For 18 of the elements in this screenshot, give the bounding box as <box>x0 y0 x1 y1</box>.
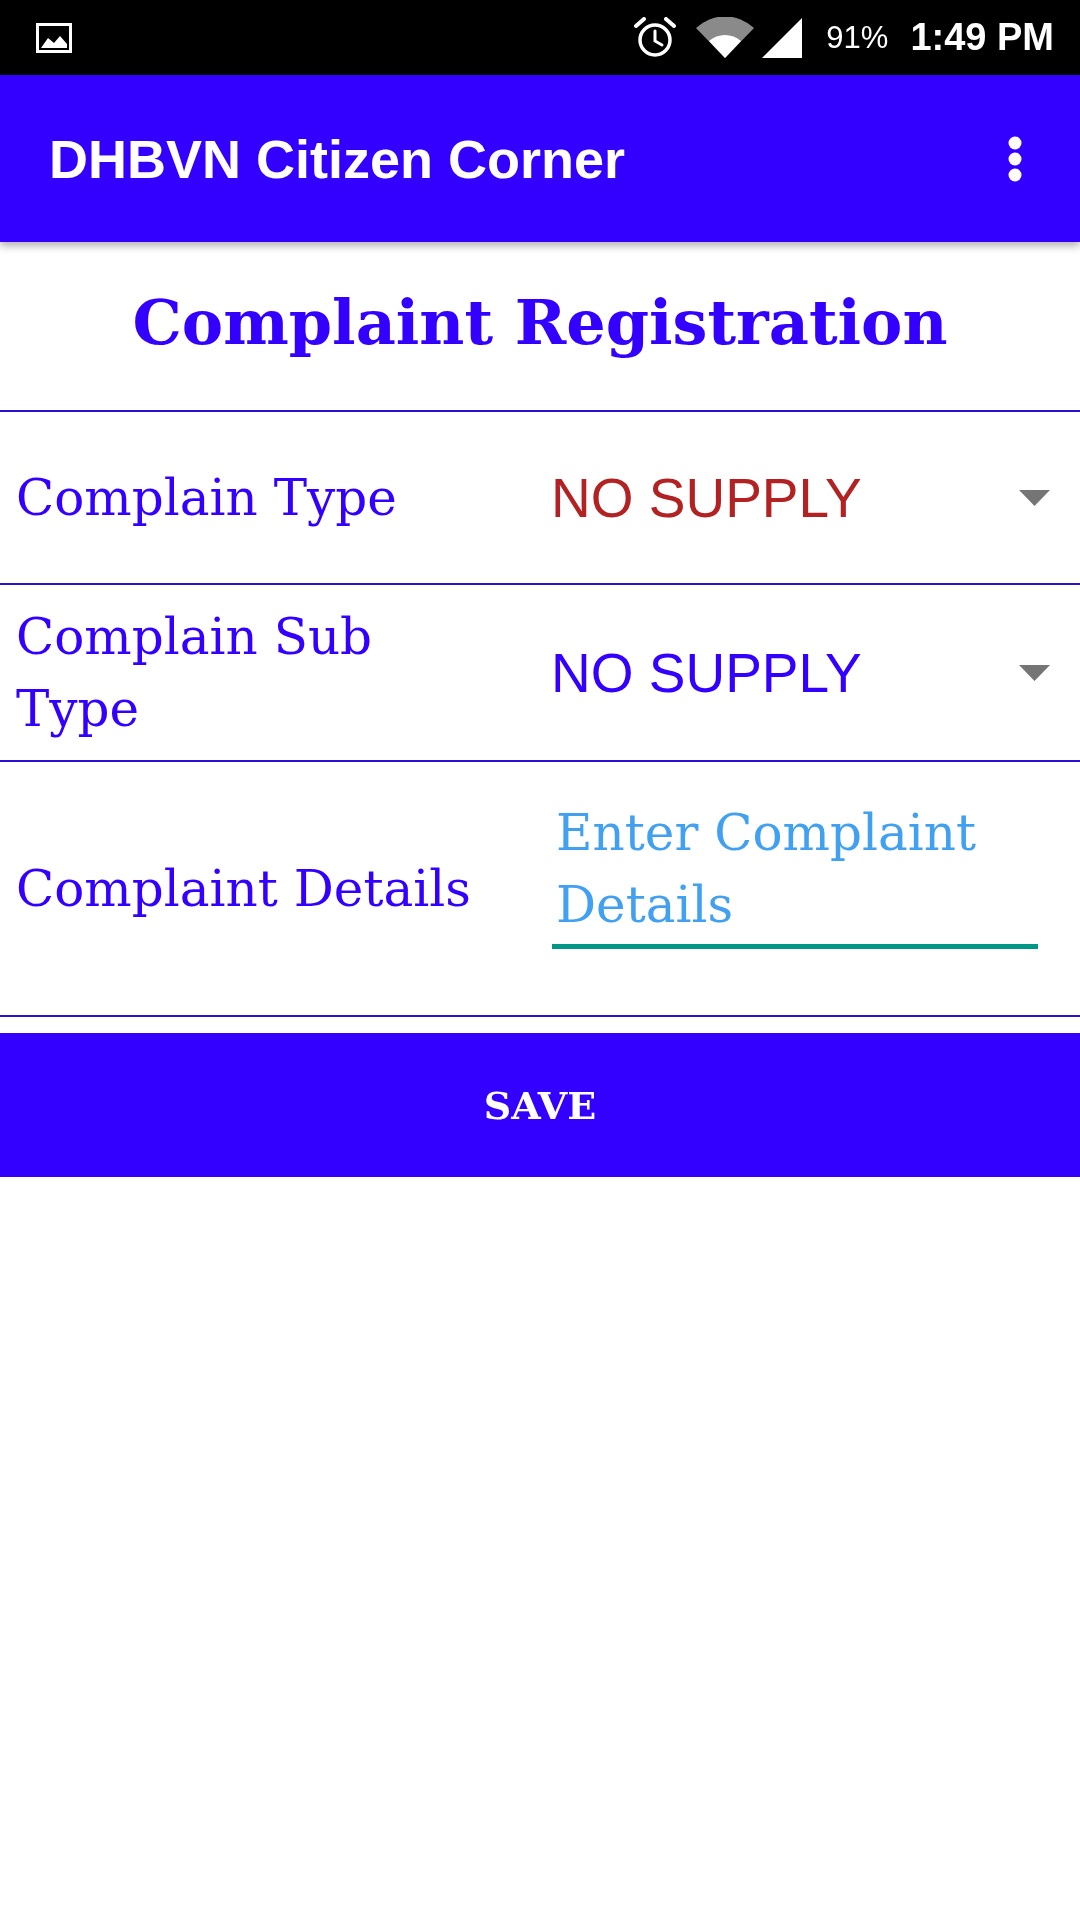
input-field[interactable]: Enter Complaint Details <box>552 792 1038 949</box>
wifi-icon <box>696 16 755 59</box>
clock: 1:49 PM <box>910 16 1054 59</box>
app-title: DHBVN Citizen Corner <box>49 127 626 190</box>
alarm-clock-icon <box>634 16 677 59</box>
caret-icon <box>1019 664 1050 681</box>
dropdown[interactable]: NO SUPPLY <box>534 620 1080 725</box>
save-button[interactable]: SAVE <box>0 1033 1080 1177</box>
battery-level: 91% <box>826 19 889 56</box>
signal-icon <box>762 17 803 58</box>
field-label: Complain Sub Type <box>16 606 374 740</box>
image-icon <box>36 22 72 53</box>
field-label: Complaint Details <box>16 858 471 920</box>
menu-icon[interactable] <box>1008 135 1022 182</box>
caret-icon <box>1019 489 1050 506</box>
page-heading: Complaint Registration <box>132 285 948 359</box>
dropdown[interactable]: NO SUPPLY <box>534 445 1080 550</box>
field-label: Complain Type <box>16 467 397 529</box>
